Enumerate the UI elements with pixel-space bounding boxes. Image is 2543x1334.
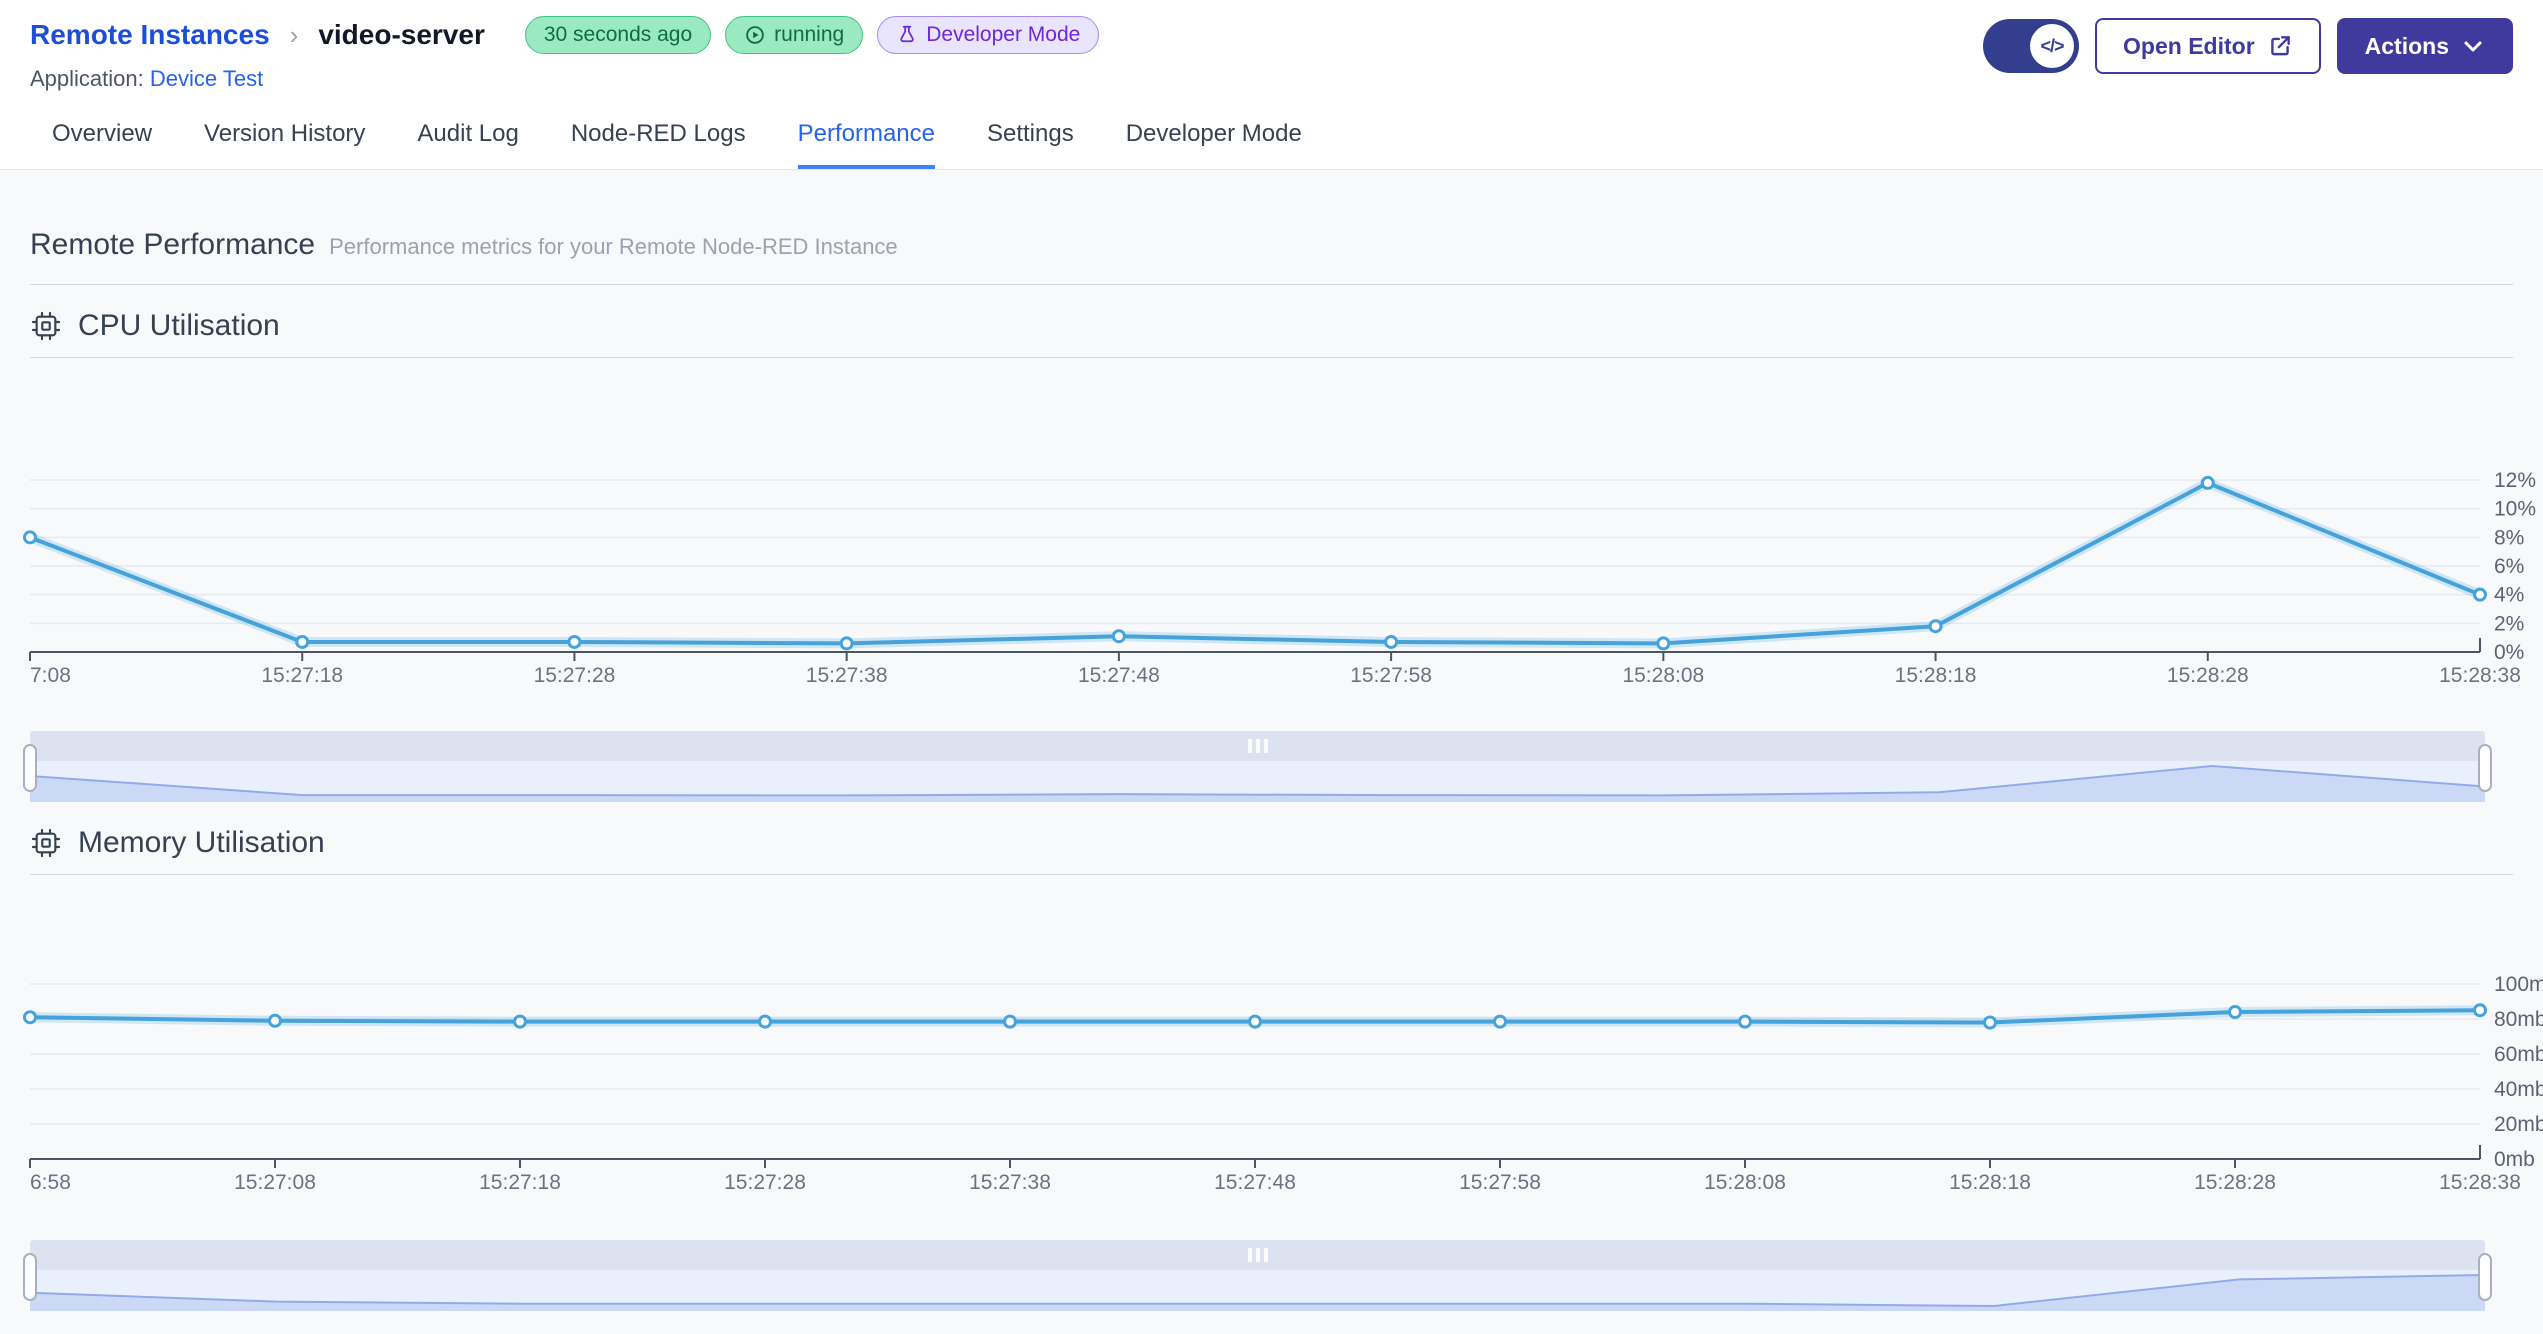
tab-developer-mode[interactable]: Developer Mode bbox=[1126, 96, 1302, 169]
cpu-brush-right-handle[interactable] bbox=[2478, 744, 2492, 792]
actions-button[interactable]: Actions bbox=[2336, 18, 2513, 74]
top-bar-actions: </> Open Editor Actions bbox=[1983, 18, 2513, 74]
actions-label: Actions bbox=[2364, 32, 2449, 59]
tab-settings[interactable]: Settings bbox=[987, 96, 1074, 169]
tab-bar: Overview Version History Audit Log Node-RED… bbox=[0, 96, 2543, 170]
status-badge-developer-mode: Developer Mode bbox=[877, 16, 1100, 54]
tab-overview[interactable]: Overview bbox=[52, 96, 152, 169]
svg-text:0%: 0% bbox=[2494, 641, 2524, 664]
svg-text:15:27:08: 15:27:08 bbox=[234, 1171, 316, 1194]
cpu-brush bbox=[23, 731, 2492, 802]
breadcrumb-current: video-server bbox=[318, 19, 485, 50]
page-head: Remote Performance Performance metrics f… bbox=[0, 170, 2543, 262]
svg-text:0mb: 0mb bbox=[2494, 1148, 2535, 1171]
open-editor-button[interactable]: Open Editor bbox=[2095, 18, 2321, 74]
memory-section-title: Memory Utilisation bbox=[78, 826, 325, 859]
cpu-section-title: CPU Utilisation bbox=[78, 309, 280, 342]
badge-label: running bbox=[774, 23, 845, 46]
performance-page: Remote Performance Performance metrics f… bbox=[0, 170, 2543, 1334]
svg-text:15:28:08: 15:28:08 bbox=[1622, 664, 1704, 684]
divider bbox=[30, 874, 2513, 875]
tab-node-red-logs[interactable]: Node-RED Logs bbox=[571, 96, 746, 169]
svg-text:15:27:28: 15:27:28 bbox=[534, 664, 616, 684]
svg-text:100mb: 100mb bbox=[2494, 973, 2543, 996]
breadcrumb-parent-link[interactable]: Remote Instances bbox=[30, 19, 270, 51]
svg-text:12%: 12% bbox=[2494, 469, 2536, 492]
chevron-down-icon bbox=[2464, 41, 2482, 52]
svg-text:8%: 8% bbox=[2494, 526, 2524, 549]
application-link[interactable]: Device Test bbox=[150, 66, 263, 91]
svg-text:20mb: 20mb bbox=[2494, 1113, 2543, 1136]
svg-text:15:28:38: 15:28:38 bbox=[2439, 1171, 2521, 1194]
open-editor-label: Open Editor bbox=[2123, 32, 2255, 59]
cpu-brush-drag-bar[interactable] bbox=[30, 731, 2485, 761]
top-bar: Remote Instances › video-server 30 secon… bbox=[0, 0, 2543, 96]
cpu-chip-icon bbox=[31, 311, 61, 341]
svg-text:15:27:58: 15:27:58 bbox=[1459, 1171, 1541, 1194]
svg-text:15:28:28: 15:28:28 bbox=[2167, 664, 2249, 684]
application-row: Application: Device Test bbox=[30, 66, 1099, 92]
memory-chip-icon bbox=[31, 828, 61, 858]
cpu-section: CPU Utilisation 0% 2% 4% 6% 8% 10% 12% 7:08 15:2… bbox=[0, 285, 2543, 802]
divider bbox=[30, 357, 2513, 358]
badge-label: Developer Mode bbox=[926, 23, 1081, 46]
svg-text:80mb: 80mb bbox=[2494, 1008, 2543, 1031]
memory-brush bbox=[23, 1240, 2492, 1311]
page-title: Remote Performance bbox=[30, 228, 316, 261]
memory-section: Memory Utilisation 0mb 20mb 40mb 60mb 80mb 10… bbox=[0, 802, 2543, 1311]
svg-text:15:28:18: 15:28:18 bbox=[1895, 664, 1977, 684]
svg-text:60mb: 60mb bbox=[2494, 1043, 2543, 1066]
external-link-icon bbox=[2270, 36, 2290, 56]
svg-text:6:58: 6:58 bbox=[30, 1171, 71, 1194]
svg-text:15:28:38: 15:28:38 bbox=[2439, 664, 2521, 684]
tab-version-history[interactable]: Version History bbox=[204, 96, 365, 169]
tab-performance[interactable]: Performance bbox=[797, 96, 935, 169]
tab-audit-log[interactable]: Audit Log bbox=[417, 96, 518, 169]
memory-brush-right-handle[interactable] bbox=[2478, 1253, 2492, 1301]
play-circle-icon bbox=[746, 26, 764, 44]
badge-label: 30 seconds ago bbox=[543, 23, 693, 46]
breadcrumb: Remote Instances › video-server 30 secon… bbox=[30, 16, 1100, 54]
memory-brush-left-handle[interactable] bbox=[23, 1253, 37, 1301]
status-badge-running: running bbox=[725, 16, 864, 54]
page-subtitle: Performance metrics for your Remote Node… bbox=[329, 234, 898, 259]
breadcrumb-separator: › bbox=[289, 19, 299, 50]
cpu-utilisation-chart: 0% 2% 4% 6% 8% 10% 12% 7:08 15:27:18 15:27:28 15:2… bbox=[23, 469, 2536, 684]
svg-text:7:08: 7:08 bbox=[30, 664, 71, 684]
brush-grip-icon[interactable] bbox=[1247, 1248, 1268, 1262]
application-label: Application: bbox=[30, 66, 144, 91]
cpu-section-head: CPU Utilisation bbox=[0, 285, 2543, 343]
svg-text:4%: 4% bbox=[2494, 584, 2524, 607]
svg-text:15:28:08: 15:28:08 bbox=[1704, 1171, 1786, 1194]
svg-text:15:28:28: 15:28:28 bbox=[2194, 1171, 2276, 1194]
status-badge-30-seconds-ago: 30 seconds ago bbox=[524, 16, 712, 54]
svg-text:15:27:28: 15:27:28 bbox=[724, 1171, 806, 1194]
svg-text:15:27:18: 15:27:18 bbox=[479, 1171, 561, 1194]
svg-text:40mb: 40mb bbox=[2494, 1078, 2543, 1101]
memory-brush-drag-bar[interactable] bbox=[30, 1240, 2485, 1270]
svg-text:6%: 6% bbox=[2494, 555, 2524, 578]
memory-brush-minimap[interactable] bbox=[30, 1270, 2485, 1311]
cpu-brush-minimap[interactable] bbox=[30, 761, 2485, 802]
beaker-icon bbox=[900, 25, 914, 43]
svg-text:10%: 10% bbox=[2494, 498, 2536, 521]
svg-text:15:27:18: 15:27:18 bbox=[261, 664, 343, 684]
top-bar-left: Remote Instances › video-server 30 secon… bbox=[30, 16, 1100, 92]
brush-grip-icon[interactable] bbox=[1247, 739, 1268, 753]
svg-text:2%: 2% bbox=[2494, 612, 2524, 635]
svg-text:15:27:48: 15:27:48 bbox=[1078, 664, 1160, 684]
svg-text:15:27:38: 15:27:38 bbox=[806, 664, 888, 684]
code-icon: </> bbox=[2030, 24, 2075, 68]
memory-section-head: Memory Utilisation bbox=[0, 802, 2543, 860]
devmode-toggle[interactable]: </> bbox=[1983, 19, 2080, 73]
cpu-brush-left-handle[interactable] bbox=[23, 744, 37, 792]
svg-text:15:27:58: 15:27:58 bbox=[1350, 664, 1432, 684]
memory-utilisation-chart: 0mb 20mb 40mb 60mb 80mb 100mb 6:58 15:27:08 15:2… bbox=[23, 973, 2543, 1194]
status-badge-row: 30 seconds ago running Developer Mode bbox=[524, 16, 1100, 54]
svg-text:15:27:48: 15:27:48 bbox=[1214, 1171, 1296, 1194]
svg-text:15:28:18: 15:28:18 bbox=[1949, 1171, 2031, 1194]
svg-text:15:27:38: 15:27:38 bbox=[969, 1171, 1051, 1194]
